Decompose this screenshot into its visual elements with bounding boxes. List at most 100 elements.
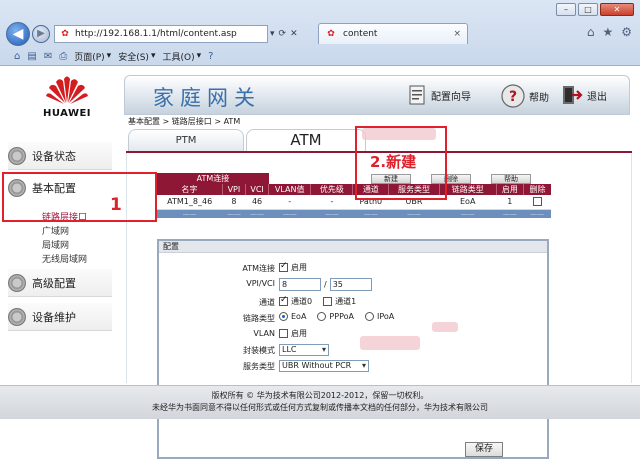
feeds-icon[interactable]: ▤ xyxy=(27,51,36,62)
favorites-star-icon[interactable]: ★ xyxy=(602,25,613,39)
footer-notice: 未经华为书面同意不得以任何形式或任何方式复制或传播本文档的任何部分，华为技术有限… xyxy=(152,403,488,412)
service-type-field: UBR Without PCR xyxy=(279,360,369,372)
tab-close-icon[interactable]: × xyxy=(453,29,461,39)
header-banner: 家庭网关 配置向导 ? 帮助 退出 xyxy=(124,75,630,115)
sidebar-sub-wlan[interactable]: 无线局域网 xyxy=(42,252,87,265)
channel-label: 通道 xyxy=(259,298,275,307)
table-row[interactable]: ATM1_8_46 8 46 - - Path0 UBR EoA 1 xyxy=(157,195,551,210)
config-section: 配置 ATM连接 启用 VPI/VCI 8 / 35 通道 xyxy=(157,239,549,459)
channel0-checkbox[interactable] xyxy=(279,295,288,306)
help-label: 帮助 xyxy=(529,92,549,104)
browser-tab[interactable]: ✿ content × xyxy=(318,23,468,44)
save-button[interactable]: 保存 xyxy=(465,442,503,457)
link-type-field: EoA PPPoA IPoA xyxy=(279,312,394,321)
menu-safety-label: 安全(S) xyxy=(118,52,149,63)
annotation-box-sidebar xyxy=(2,172,157,222)
url-text: http://192.168.1.1/html/content.asp xyxy=(75,29,237,39)
home-page-icon[interactable]: ⌂ xyxy=(14,51,20,62)
address-bar[interactable]: ✿ http://192.168.1.1/html/content.asp xyxy=(54,25,268,43)
sidebar-item-maintenance[interactable]: 设备维护 xyxy=(8,303,112,331)
browser-right-icons: ⌂ ★ ⚙ xyxy=(587,25,632,39)
chevron-down-icon: ▾ xyxy=(150,51,156,61)
col-link-type: 链路类型 xyxy=(439,184,497,195)
logout-button[interactable]: 退出 xyxy=(561,84,607,106)
help-question-icon[interactable]: ? xyxy=(208,51,213,62)
pppoa-radio[interactable] xyxy=(317,312,327,321)
config-wizard-button[interactable]: 配置向导 xyxy=(407,84,471,106)
row-vlan: VLAN 启用 xyxy=(159,327,547,341)
settings-gear-icon[interactable]: ⚙ xyxy=(621,25,632,39)
annotation-step-2: 2.新建 xyxy=(370,153,417,171)
router-page: HUAWEI 家庭网关 配置向导 ? 帮助 退出 基本配置 > 链路层接口 > … xyxy=(0,67,640,459)
tab-title: content xyxy=(343,29,378,39)
service-type-select[interactable]: UBR Without PCR xyxy=(279,360,369,372)
tab-atm[interactable]: ATM xyxy=(246,129,366,151)
row-vpi-vci: VPI/VCI 8 / 35 xyxy=(159,277,547,291)
mail-icon[interactable]: ✉ xyxy=(44,51,52,62)
col-delete: 删除 xyxy=(523,184,551,195)
menu-page-label: 页面(P) xyxy=(74,52,105,63)
gear-icon xyxy=(8,307,26,326)
home-icon[interactable]: ⌂ xyxy=(587,25,595,39)
vlan-enable-label: 启用 xyxy=(291,329,307,338)
encap-field: LLC xyxy=(279,344,329,356)
menu-tools[interactable]: 工具(O) ▾ xyxy=(162,50,201,63)
sidebar-item-advanced-config[interactable]: 高级配置 xyxy=(8,269,112,297)
gear-icon xyxy=(8,146,26,165)
minimize-button[interactable]: – xyxy=(556,3,576,16)
maximize-button[interactable]: □ xyxy=(578,3,598,16)
chevron-down-icon: ▾ xyxy=(196,51,202,61)
sidebar-sub-wan[interactable]: 广域网 xyxy=(42,224,69,237)
ipoa-radio[interactable] xyxy=(364,312,374,321)
table-header-row: 名字 VPI VCI VLAN值 优先级 通道 服务类型 链路类型 启用 删除 xyxy=(157,184,551,195)
close-window-button[interactable]: ✕ xyxy=(600,3,634,16)
row-service-type: 服务类型 UBR Without PCR xyxy=(159,359,547,373)
config-title: 配置 xyxy=(159,241,547,253)
browser-chrome: – □ ✕ ◀ ▶ ✿ http://192.168.1.1/html/cont… xyxy=(0,0,640,66)
menu-page[interactable]: 页面(P) ▾ xyxy=(74,50,111,63)
help-button[interactable]: ? 帮助 xyxy=(501,84,549,108)
encap-select[interactable]: LLC xyxy=(279,344,329,356)
forward-button[interactable]: ▶ xyxy=(32,25,50,43)
atm-enable-label: 启用 xyxy=(291,263,307,272)
tab-favicon-icon: ✿ xyxy=(327,29,335,39)
stripe-mark: —— xyxy=(496,209,524,218)
row-encapsulation: 封装模式 LLC xyxy=(159,343,547,357)
atm-enable-field: 启用 xyxy=(279,261,307,273)
sidebar-item-device-status[interactable]: 设备状态 xyxy=(8,142,112,170)
service-type-label: 服务类型 xyxy=(243,362,275,371)
table-stripe-row: —— —— —— —— —— —— —— —— —— —— xyxy=(157,209,551,218)
print-icon[interactable]: ⎙ xyxy=(59,51,67,62)
col-vpi: VPI xyxy=(222,184,246,195)
logout-label: 退出 xyxy=(587,91,607,103)
sidebar: 设备状态 基本配置 链路层接口 广域网 局域网 无线局域网 高级配置 设备维护 xyxy=(2,117,112,407)
refresh-icon[interactable]: ⟳ xyxy=(279,29,287,39)
search-dropdown-icon[interactable]: ▾ xyxy=(270,29,275,39)
atm-enable-checkbox[interactable] xyxy=(279,261,288,272)
watermark-blur xyxy=(432,322,458,332)
eoa-radio[interactable] xyxy=(279,312,288,321)
channel1-checkbox[interactable] xyxy=(323,297,333,306)
menu-safety[interactable]: 安全(S) ▾ xyxy=(118,50,155,63)
cell-vlan: - xyxy=(268,195,311,210)
delete-row-checkbox[interactable] xyxy=(532,197,542,207)
stop-icon[interactable]: ✕ xyxy=(290,29,298,39)
vlan-enable-checkbox[interactable] xyxy=(279,329,288,338)
wizard-icon xyxy=(409,85,425,105)
channel0-label: 通道0 xyxy=(291,297,313,306)
atm-table: 名字 VPI VCI VLAN值 优先级 通道 服务类型 链路类型 启用 删除 … xyxy=(157,184,551,218)
cell-name: ATM1_8_46 xyxy=(157,195,223,210)
back-button[interactable]: ◀ xyxy=(6,22,30,46)
sidebar-sub-lan[interactable]: 局域网 xyxy=(42,238,69,251)
huawei-petals-icon xyxy=(46,76,88,104)
page-title: 家庭网关 xyxy=(153,86,261,110)
col-name: 名字 xyxy=(157,184,223,195)
tab-ptm[interactable]: PTM xyxy=(128,129,244,151)
chevron-down-icon: ▾ xyxy=(106,51,112,61)
col-vci: VCI xyxy=(245,184,270,195)
vci-input[interactable]: 35 xyxy=(329,278,372,291)
pppoa-label: PPPoA xyxy=(329,312,354,321)
window-controls: – □ ✕ xyxy=(556,3,634,16)
vpi-input[interactable]: 8 xyxy=(279,278,321,291)
table-help-button[interactable]: 帮助 xyxy=(491,174,531,184)
